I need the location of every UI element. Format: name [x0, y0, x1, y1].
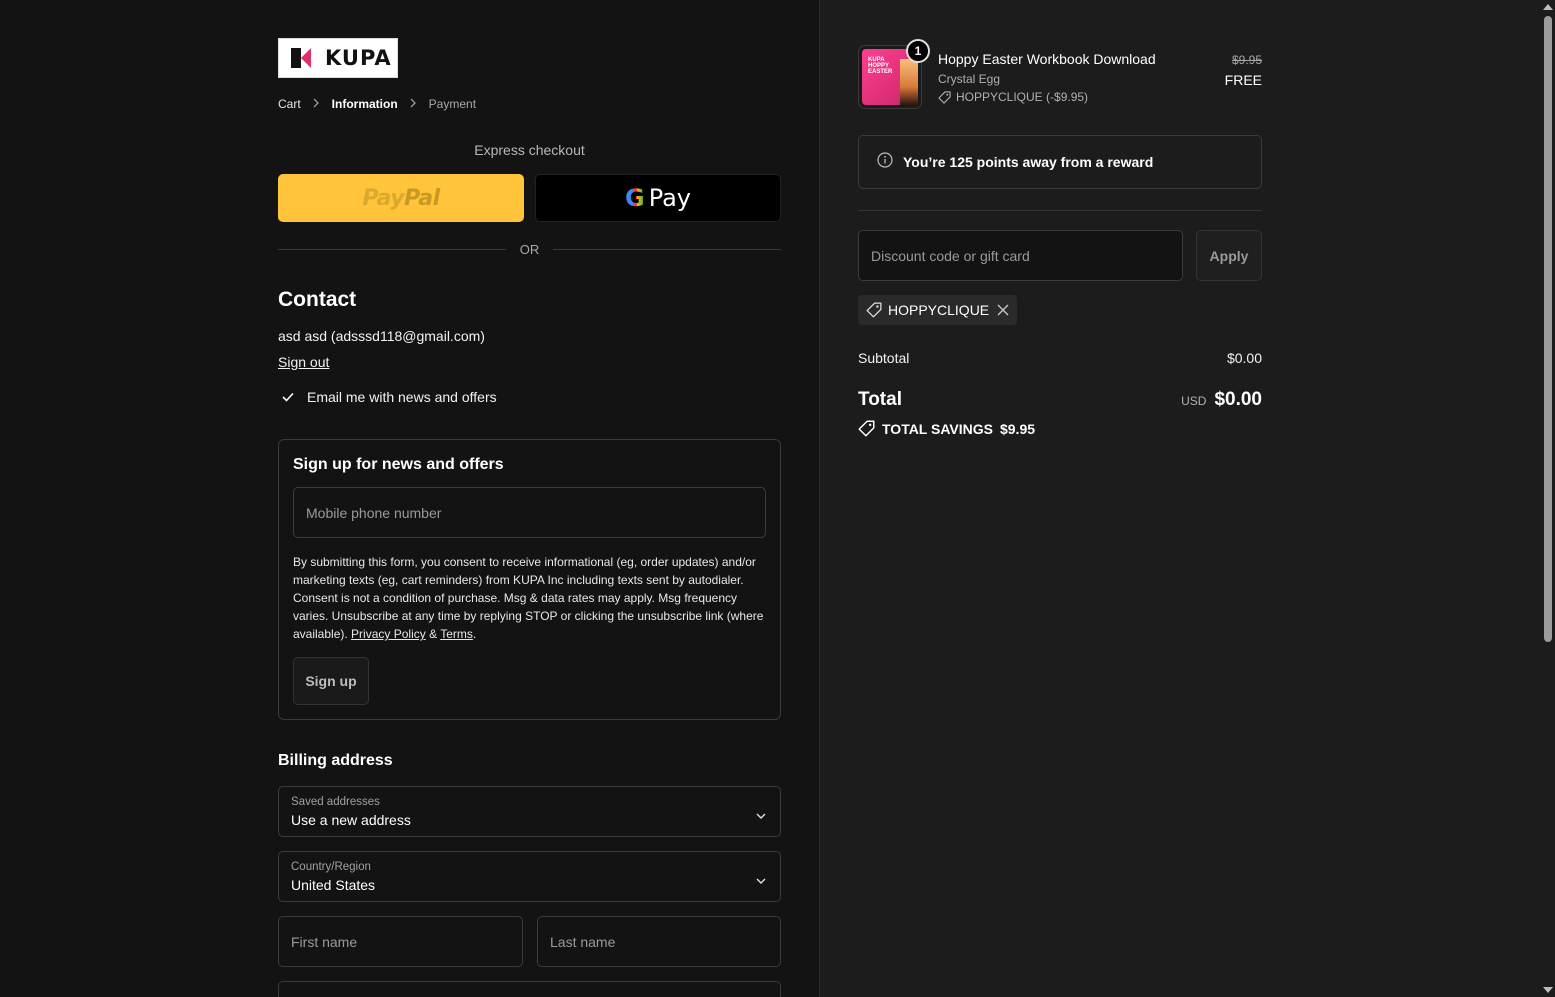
info-icon [877, 151, 893, 173]
total-label: Total [858, 389, 902, 410]
product-discount: HOPPYCLIQUE (-$9.95) [938, 90, 1088, 104]
tag-icon [866, 302, 882, 318]
sign-up-button[interactable]: Sign up [293, 657, 369, 705]
terms-link[interactable]: Terms [440, 627, 473, 641]
mobile-phone-input[interactable] [293, 487, 766, 538]
total-currency: USD [1181, 394, 1207, 408]
saved-addresses-label: Saved addresses [291, 796, 380, 808]
logo-text: KUPA [325, 46, 392, 70]
page-scrollbar[interactable] [1541, 0, 1555, 997]
google-pay-label: Pay [648, 184, 691, 212]
contact-user-line: asd asd (adsssd118@gmail.com) [278, 328, 485, 344]
email-news-checkbox[interactable]: Email me with news and offers [278, 389, 497, 405]
final-price: FREE [1224, 72, 1262, 88]
breadcrumb-cart[interactable]: Cart [278, 97, 301, 111]
scroll-down-icon[interactable] [1543, 987, 1553, 993]
total-amount: $0.00 [1214, 389, 1262, 410]
reward-banner: You’re 125 points away from a reward [858, 135, 1262, 189]
chevron-right-icon [313, 97, 320, 111]
total-savings-label: TOTAL SAVINGS [882, 420, 993, 437]
chevron-down-icon [756, 872, 766, 890]
google-g-icon: G [624, 184, 645, 212]
sms-consent-text: By submitting this form, you consent to … [293, 555, 764, 641]
tag-icon [938, 90, 951, 104]
apply-discount-button[interactable]: Apply [1196, 230, 1262, 281]
store-logo[interactable]: KUPA [278, 38, 398, 78]
first-name-input[interactable] [278, 916, 523, 967]
saved-addresses-value: Use a new address [291, 812, 411, 828]
country-region-select[interactable]: Country/Region United States [278, 851, 781, 902]
summary-divider [858, 210, 1262, 211]
quantity-badge: 1 [906, 39, 930, 63]
product-variant: Crystal Egg [938, 72, 1001, 86]
contact-heading: Contact [278, 288, 357, 311]
applied-discount-code: HOPPYCLIQUE [888, 302, 990, 318]
subtotal-label: Subtotal [858, 350, 910, 366]
sms-signup-box: Sign up for news and offers By submittin… [278, 439, 781, 720]
product-name: Hoppy Easter Workbook Download [938, 51, 1156, 67]
logo-mark-icon [291, 46, 315, 70]
discount-code-input[interactable] [858, 230, 1183, 281]
tag-icon [858, 420, 875, 437]
google-pay-button[interactable]: G Pay [535, 174, 781, 222]
applied-discount-chip: HOPPYCLIQUE [858, 295, 1018, 325]
breadcrumb-payment: Payment [428, 97, 477, 111]
last-name-input[interactable] [537, 916, 781, 967]
total-savings: TOTAL SAVINGS $9.95 [858, 420, 1035, 437]
close-icon[interactable] [997, 304, 1009, 316]
billing-address-heading: Billing address [278, 752, 393, 769]
chevron-down-icon [756, 807, 766, 825]
privacy-policy-link[interactable]: Privacy Policy [351, 627, 426, 641]
paypal-button[interactable]: PayPal [278, 174, 524, 222]
scroll-up-icon[interactable] [1543, 4, 1553, 10]
check-icon [278, 389, 298, 405]
saved-addresses-select[interactable]: Saved addresses Use a new address [278, 786, 781, 837]
breadcrumb: Cart Information Payment [278, 97, 476, 111]
country-region-label: Country/Region [291, 861, 371, 873]
express-checkout-label: Express checkout [474, 142, 585, 158]
or-divider: OR [278, 240, 781, 260]
sms-signup-title: Sign up for news and offers [293, 456, 504, 473]
email-news-label: Email me with news and offers [307, 389, 497, 405]
sign-out-link[interactable]: Sign out [278, 354, 329, 370]
paypal-logo: PayPal [362, 185, 440, 211]
address-field-partial[interactable] [278, 981, 781, 997]
breadcrumb-information: Information [331, 97, 398, 111]
total-savings-value: $9.95 [999, 420, 1036, 437]
original-price: $9.95 [1231, 53, 1262, 67]
reward-text: You’re 125 points away from a reward [903, 154, 1154, 170]
country-region-value: United States [291, 877, 376, 893]
scrollbar-thumb[interactable] [1544, 16, 1552, 642]
subtotal-value: $0.00 [1226, 350, 1262, 366]
chevron-right-icon [410, 97, 417, 111]
total-value: USD $0.00 [1181, 389, 1262, 411]
